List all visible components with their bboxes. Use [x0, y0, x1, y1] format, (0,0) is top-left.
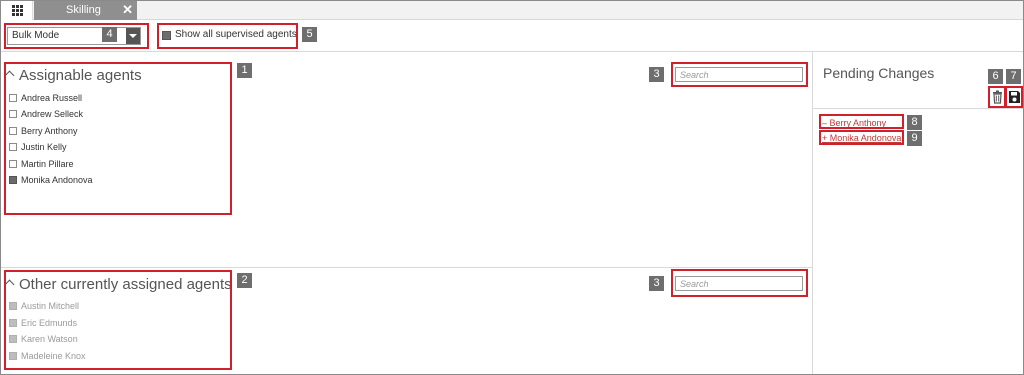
- annotation-box-save: [1005, 86, 1023, 108]
- callout-badge: 3: [649, 276, 664, 291]
- annotation-box-delete: [988, 86, 1006, 108]
- annotation-box-mode: [4, 23, 149, 49]
- section-divider: [1, 267, 812, 268]
- pending-changes-title: Pending Changes: [823, 65, 935, 81]
- window: Skilling ✕ Bulk Mode Show all supervised…: [0, 0, 1024, 375]
- callout-badge: 9: [907, 131, 922, 146]
- annotation-box-assignable: [4, 62, 232, 215]
- callout-badge: 3: [649, 67, 664, 82]
- callout-badge: 2: [237, 273, 252, 288]
- annotation-box-search: [671, 269, 808, 297]
- grid-icon[interactable]: [1, 1, 33, 20]
- annotation-box-search: [671, 62, 808, 87]
- callout-badge: 8: [907, 115, 922, 130]
- toolbar: Bulk Mode Show all supervised agents: [1, 20, 1023, 52]
- tab-bar: Skilling ✕: [1, 1, 1023, 20]
- annotation-box-other: [4, 270, 232, 370]
- annotation-box-change-remove: [819, 114, 904, 129]
- tab-skilling[interactable]: Skilling ✕: [34, 1, 137, 20]
- callout-badge: 4: [102, 27, 117, 42]
- pending-divider: [813, 108, 1023, 109]
- callout-badge: 6: [988, 69, 1003, 84]
- panel-divider: [812, 52, 813, 374]
- close-icon[interactable]: ✕: [122, 2, 133, 18]
- callout-badge: 5: [302, 27, 317, 42]
- annotation-box-change-add: [819, 130, 904, 145]
- tab-title: Skilling: [66, 4, 101, 16]
- callout-badge: 1: [237, 63, 252, 78]
- annotation-box-supervised: [157, 23, 298, 49]
- callout-badge: 7: [1006, 69, 1021, 84]
